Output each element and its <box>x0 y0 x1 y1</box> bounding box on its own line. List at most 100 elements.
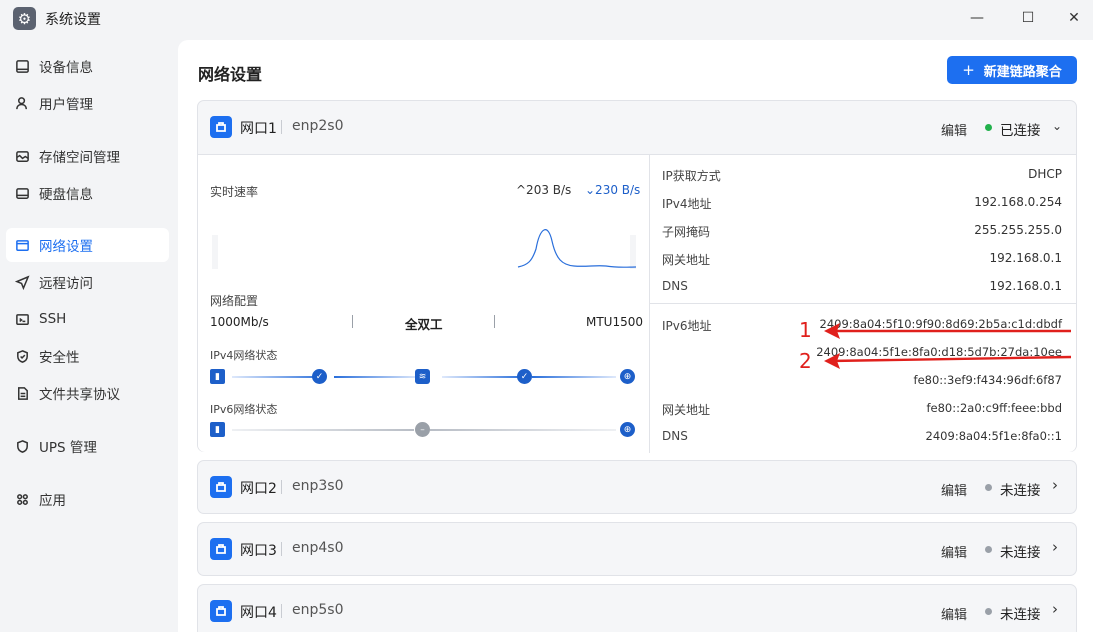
edit-link[interactable]: 编辑 <box>941 120 967 139</box>
nas-device-icon: ▮ <box>210 422 225 437</box>
divider <box>281 480 282 494</box>
divider <box>281 120 282 134</box>
status-dot <box>985 124 992 131</box>
sidebar-item-device-info[interactable]: 设备信息 <box>6 49 169 83</box>
sidebar-item-label: 安全性 <box>39 350 80 366</box>
sidebar-item-security[interactable]: 安全性 <box>6 339 169 373</box>
window-title: 系统设置 <box>45 12 101 28</box>
new-link-aggregation-button[interactable]: + 新建链路聚合 <box>947 56 1077 84</box>
network-icon <box>14 237 30 253</box>
link-line <box>232 429 414 431</box>
sidebar-item-file-sharing[interactable]: 文件共享协议 <box>6 376 169 410</box>
port-card-body: 实时速率 ^203 B/s ⌄230 B/s 网络配置 1000Mb/s 全双工… <box>198 154 1076 453</box>
config-label: 网络配置 <box>210 294 259 308</box>
traffic-chart <box>212 229 637 269</box>
chevron-down-icon[interactable]: ⌄ <box>1052 119 1062 133</box>
ipv4-address-value: 192.168.0.254 <box>974 195 1062 209</box>
annotation-arrows <box>824 323 1072 369</box>
close-button[interactable]: ✕ <box>1060 6 1088 30</box>
monitor-icon <box>14 58 30 74</box>
annotation-arrow-1 <box>824 323 1071 339</box>
port-interface: enp2s0 <box>292 118 344 134</box>
minus-icon: – <box>415 422 430 437</box>
file-icon <box>14 385 30 401</box>
sidebar-item-ssh[interactable]: SSH <box>6 302 169 336</box>
port-card-2[interactable]: 网口2 enp3s0 编辑 未连接 › <box>197 460 1077 514</box>
ipv4-state-diagram: ▮ ✓ ≋ ✓ ⊕ <box>210 368 638 386</box>
ipv6-state-label: IPv6网络状态 <box>210 403 278 416</box>
port-card-header[interactable]: 网口1 enp2s0 编辑 已连接 ⌄ <box>198 101 1076 153</box>
port-card-header[interactable]: 网口2 enp3s0 编辑 未连接 › <box>198 461 1076 513</box>
chevron-right-icon[interactable]: › <box>1052 476 1058 494</box>
ipv6-dns-value: 2409:8a04:5f1e:8fa0::1 <box>925 429 1062 443</box>
edit-link[interactable]: 编辑 <box>941 542 967 561</box>
annotation-label-2: 2 <box>799 349 812 373</box>
chart-fade-right <box>630 235 636 269</box>
port-interface: enp3s0 <box>292 478 344 494</box>
sidebar-item-label: 远程访问 <box>39 276 93 292</box>
status-text: 未连接 <box>1000 545 1041 561</box>
terminal-icon <box>14 311 30 327</box>
sidebar-item-label: 存储空间管理 <box>39 150 120 166</box>
sidebar-item-label: 用户管理 <box>39 97 93 113</box>
ethernet-port-icon <box>210 538 232 560</box>
sidebar-item-storage[interactable]: 存储空间管理 <box>6 139 169 173</box>
port-card-4[interactable]: 网口4 enp5s0 编辑 未连接 › <box>197 584 1077 632</box>
check-icon: ✓ <box>312 369 327 384</box>
sidebar-item-users[interactable]: 用户管理 <box>6 86 169 120</box>
dns-value: 192.168.0.1 <box>989 279 1062 293</box>
shield-icon <box>14 348 30 364</box>
maximize-button[interactable]: ☐ <box>1014 6 1042 30</box>
gear-icon: ⚙ <box>13 7 36 30</box>
title-bar: ⚙ 系统设置 — ☐ ✕ <box>0 0 1093 38</box>
port-card-header[interactable]: 网口4 enp5s0 编辑 未连接 › <box>198 585 1076 632</box>
edit-link[interactable]: 编辑 <box>941 480 967 499</box>
duplex-mode: 全双工 <box>405 317 443 332</box>
speed-label: 实时速率 <box>210 185 259 199</box>
sidebar-item-remote-access[interactable]: 远程访问 <box>6 265 169 299</box>
globe-icon: ⊕ <box>620 422 635 437</box>
sidebar: 设备信息 用户管理 存储空间管理 硬盘信息 网络设置 远程访问 SSH 安全性 … <box>0 40 176 632</box>
divider <box>650 303 1076 304</box>
port-interface: enp5s0 <box>292 602 344 618</box>
subnet-mask-value: 255.255.255.0 <box>974 223 1062 237</box>
ethernet-port-icon <box>210 476 232 498</box>
ipv4-state-label: IPv4网络状态 <box>210 349 278 362</box>
globe-icon: ⊕ <box>620 369 635 384</box>
sidebar-item-ups[interactable]: UPS 管理 <box>6 429 169 463</box>
divider <box>494 315 495 328</box>
send-icon <box>14 274 30 290</box>
gateway-label: 网关地址 <box>662 253 711 267</box>
plus-icon: + <box>962 61 975 79</box>
port-name: 网口2 <box>240 481 277 497</box>
sidebar-item-label: 硬盘信息 <box>39 187 93 203</box>
edit-link[interactable]: 编辑 <box>941 604 967 623</box>
link-line <box>334 376 419 378</box>
gateway-value: 192.168.0.1 <box>989 251 1062 265</box>
ipv6-dns-label: DNS <box>662 429 688 443</box>
minimize-button[interactable]: — <box>963 6 991 30</box>
status-text: 未连接 <box>1000 483 1041 499</box>
status-text: 未连接 <box>1000 607 1041 623</box>
sidebar-item-network[interactable]: 网络设置 <box>6 228 169 262</box>
ipv4-address-label: IPv4地址 <box>662 197 712 211</box>
ip-mode-value: DHCP <box>1028 167 1062 181</box>
dns-label: DNS <box>662 279 688 293</box>
mtu-value: MTU1500 <box>586 315 644 329</box>
sidebar-item-apps[interactable]: 应用 <box>6 482 169 516</box>
status-dot <box>985 546 992 553</box>
ethernet-port-icon <box>210 116 232 138</box>
chevron-right-icon[interactable]: › <box>1052 600 1058 618</box>
apps-icon <box>14 491 30 507</box>
port-card-3[interactable]: 网口3 enp4s0 编辑 未连接 › <box>197 522 1077 576</box>
sidebar-item-disks[interactable]: 硬盘信息 <box>6 176 169 210</box>
user-icon <box>14 95 30 111</box>
sidebar-item-label: 应用 <box>39 493 66 509</box>
chevron-right-icon[interactable]: › <box>1052 538 1058 556</box>
download-series-line <box>517 229 637 268</box>
ethernet-port-icon <box>210 600 232 622</box>
port-card-header[interactable]: 网口3 enp4s0 编辑 未连接 › <box>198 523 1076 575</box>
sidebar-item-label: 网络设置 <box>39 239 93 255</box>
subnet-mask-label: 子网掩码 <box>662 225 711 239</box>
sidebar-item-label: 文件共享协议 <box>39 387 120 403</box>
